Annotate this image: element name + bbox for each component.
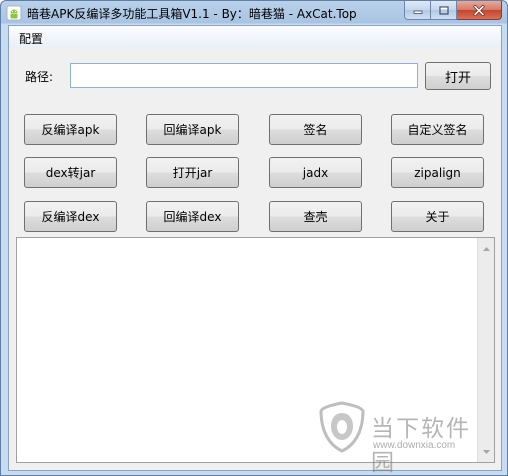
scroll-up-button[interactable] <box>478 240 494 257</box>
watermark: 当下软件园 www.downxia.com <box>319 401 494 476</box>
custom-sign-button[interactable]: 自定义签名 <box>391 114 484 145</box>
close-icon <box>473 4 485 16</box>
about-button[interactable]: 关于 <box>391 201 484 232</box>
watermark-url: www.downxia.com <box>373 440 456 451</box>
title-bar[interactable]: 暗巷APK反编译多功能工具箱V1.1 - By：暗巷猫 - AxCat.Top <box>1 1 507 25</box>
jadx-button[interactable]: jadx <box>269 157 362 188</box>
shield-logo-icon <box>319 401 365 453</box>
maximize-button[interactable] <box>431 1 457 20</box>
android-icon <box>6 5 22 21</box>
app-window: 暗巷APK反编译多功能工具箱V1.1 - By：暗巷猫 - AxCat.Top <box>0 0 508 476</box>
path-label: 路径: <box>25 70 54 84</box>
open-jar-button[interactable]: 打开jar <box>146 157 239 188</box>
maximize-icon <box>438 5 449 15</box>
minimize-button[interactable] <box>404 1 431 20</box>
close-button[interactable] <box>457 1 502 20</box>
window-title: 暗巷APK反编译多功能工具箱V1.1 - By：暗巷猫 - AxCat.Top <box>27 7 357 21</box>
open-button[interactable]: 打开 <box>425 62 491 90</box>
caption-buttons <box>404 1 502 20</box>
recompile-dex-button[interactable]: 回编译dex <box>146 201 239 232</box>
recompile-apk-button[interactable]: 回编译apk <box>146 114 239 145</box>
check-shell-button[interactable]: 查壳 <box>269 201 362 232</box>
decompile-dex-button[interactable]: 反编译dex <box>24 201 117 232</box>
arrow-up-icon <box>482 246 490 251</box>
dex-to-jar-button[interactable]: dex转jar <box>24 157 117 188</box>
decompile-apk-button[interactable]: 反编译apk <box>24 114 117 145</box>
minimize-icon <box>413 10 422 14</box>
menu-config[interactable]: 配置 <box>14 30 48 47</box>
zipalign-button[interactable]: zipalign <box>391 157 484 188</box>
menu-bar: 配置 <box>9 26 501 48</box>
path-input[interactable] <box>70 63 418 88</box>
sign-button[interactable]: 签名 <box>269 114 362 145</box>
